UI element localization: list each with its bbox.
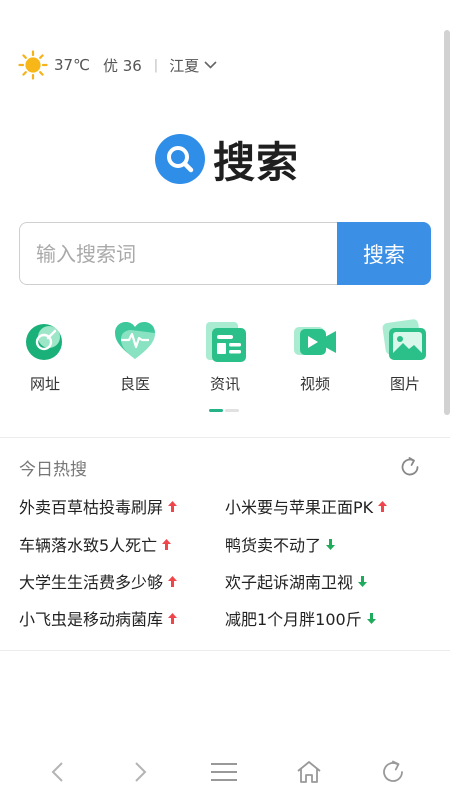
category-label: 视频 (299, 375, 330, 393)
forward-button[interactable] (125, 758, 157, 786)
refresh-icon[interactable] (398, 455, 422, 479)
back-button[interactable] (41, 758, 73, 786)
city-name: 江夏 (169, 56, 200, 75)
trend-up-icon (168, 612, 178, 624)
hot-search-title: 今日热搜 (19, 460, 87, 480)
menu-button[interactable] (208, 758, 240, 786)
trend-up-icon (162, 538, 172, 550)
hot-search-text: 外卖百草枯投毒刷屏 (19, 498, 164, 517)
hot-search-item[interactable]: 外卖百草枯投毒刷屏 (19, 494, 178, 518)
category-video[interactable]: 视频 (280, 318, 350, 394)
reload-button[interactable] (377, 758, 409, 786)
refresh-icon (383, 760, 403, 782)
website-icon (26, 324, 62, 360)
forward-arrow-icon (135, 762, 147, 782)
trend-up-icon (168, 500, 178, 512)
hot-search-text: 减肥1个月胖100斤 (225, 610, 362, 629)
hot-search-item[interactable]: 鸭货卖不动了 (225, 532, 336, 556)
hot-search-text: 车辆落水致5人死亡 (19, 536, 158, 555)
hot-search-text: 小飞虫是移动病菌库 (19, 610, 164, 629)
weather-bar[interactable]: 37℃ 优 36 | 江夏 (18, 50, 217, 80)
weather-separator: | (153, 57, 159, 73)
image-icon (382, 319, 426, 360)
hot-search-text: 大学生生活费多少够 (19, 573, 164, 592)
hot-search-item[interactable]: 小米要与苹果正面PK (225, 494, 388, 518)
hot-search-item[interactable]: 大学生生活费多少够 (19, 569, 178, 593)
logo-text: 搜索 (213, 137, 300, 187)
home-button[interactable] (293, 758, 325, 786)
divider (0, 650, 450, 651)
search-logo: 搜索 (155, 132, 299, 187)
city-selector[interactable]: 江夏 (169, 55, 217, 76)
category-label: 图片 (389, 375, 420, 393)
news-icon (206, 322, 246, 362)
category-image[interactable]: 图片 (370, 318, 440, 394)
hot-search-item[interactable]: 欢子起诉湖南卫视 (225, 569, 368, 593)
hot-search-item[interactable]: 减肥1个月胖100斤 (225, 606, 376, 630)
category-news[interactable]: 资讯 (190, 318, 260, 394)
video-icon (294, 327, 336, 355)
category-bar: 网址 良医 资讯 视频 图片 (0, 318, 450, 398)
page-indicator (209, 409, 241, 412)
hot-search-text: 欢子起诉湖南卫视 (225, 573, 354, 592)
sun-icon (18, 50, 48, 80)
search-bar: 搜索 (19, 222, 431, 285)
search-logo-icon (155, 134, 205, 184)
page-indicator-inactive (225, 409, 239, 412)
category-website[interactable]: 网址 (10, 318, 80, 394)
hot-search-item[interactable]: 小飞虫是移动病菌库 (19, 606, 178, 630)
hot-search-text: 鸭货卖不动了 (225, 536, 322, 555)
category-label: 资讯 (209, 375, 240, 393)
trend-up-icon (168, 575, 178, 587)
chevron-down-icon (204, 61, 217, 69)
divider (0, 437, 450, 438)
trend-down-icon (326, 538, 336, 550)
back-arrow-icon (51, 762, 63, 782)
trend-down-icon (358, 575, 368, 587)
search-button[interactable]: 搜索 (337, 222, 431, 285)
browser-home-page: 37℃ 优 36 | 江夏 搜索 搜索 (0, 0, 450, 800)
hot-search-item[interactable]: 车辆落水致5人死亡 (19, 532, 172, 556)
home-icon (297, 761, 321, 783)
temperature-text: 37℃ (54, 56, 90, 74)
menu-icon (211, 763, 237, 781)
category-label: 网址 (29, 375, 60, 393)
search-input[interactable] (19, 222, 337, 285)
category-doctor[interactable]: 良医 (100, 318, 170, 394)
air-quality-text: 优 36 (102, 56, 142, 75)
category-label: 良医 (119, 375, 150, 393)
bottom-nav (0, 750, 450, 794)
hot-search-text: 小米要与苹果正面PK (225, 498, 374, 517)
page-indicator-active (209, 409, 223, 412)
trend-down-icon (366, 612, 376, 624)
heart-pulse-icon (115, 322, 155, 359)
trend-up-icon (378, 500, 388, 512)
